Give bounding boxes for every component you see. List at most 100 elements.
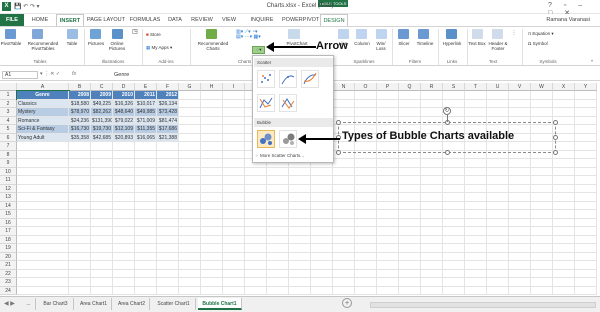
grid-cell[interactable] (531, 235, 553, 244)
grid-cell[interactable] (465, 218, 487, 227)
grid-cell[interactable] (509, 235, 531, 244)
grid-cell[interactable] (179, 218, 201, 227)
grid-cell[interactable] (223, 218, 245, 227)
grid-cell[interactable] (399, 278, 421, 287)
grid-cell[interactable] (17, 286, 69, 295)
table-button[interactable]: Table (62, 41, 82, 46)
grid-cell[interactable] (157, 286, 179, 295)
grid-cell[interactable] (509, 159, 531, 168)
grid-cell[interactable] (399, 193, 421, 202)
grid-cell[interactable] (17, 244, 69, 253)
grid-cell[interactable] (289, 176, 311, 185)
grid-cell[interactable] (333, 269, 355, 278)
grid-cell[interactable] (223, 116, 245, 125)
grid-cell[interactable] (377, 286, 399, 295)
grid-cell[interactable] (179, 167, 201, 176)
row-header[interactable]: 21 (0, 261, 17, 270)
name-box[interactable]: A1 (2, 71, 38, 79)
grid-cell[interactable] (465, 286, 487, 295)
table-cell[interactable]: $16,065 (135, 133, 157, 142)
grid-cell[interactable] (333, 201, 355, 210)
grid-cell[interactable] (443, 252, 465, 261)
grid-cell[interactable] (91, 193, 113, 202)
grid-cell[interactable] (421, 176, 443, 185)
grid-cell[interactable] (223, 142, 245, 151)
grid-cell[interactable] (157, 167, 179, 176)
grid-cell[interactable] (69, 278, 91, 287)
grid-cell[interactable] (465, 193, 487, 202)
grid-cell[interactable] (113, 142, 135, 151)
resize-handle[interactable] (336, 150, 341, 155)
grid-cell[interactable] (399, 167, 421, 176)
table-cell[interactable]: $81,474 (157, 116, 179, 125)
grid-cell[interactable] (135, 252, 157, 261)
grid-cell[interactable] (399, 184, 421, 193)
grid-cell[interactable] (157, 142, 179, 151)
grid-cell[interactable] (267, 269, 289, 278)
grid-cell[interactable] (355, 184, 377, 193)
row-header[interactable]: 11 (0, 176, 17, 185)
grid-cell[interactable] (465, 108, 487, 117)
grid-cell[interactable] (69, 184, 91, 193)
grid-cell[interactable] (575, 193, 597, 202)
table-cell[interactable]: $71,009 (135, 116, 157, 125)
bubble-chart-option[interactable] (257, 130, 275, 148)
grid-cell[interactable] (399, 261, 421, 270)
grid-cell[interactable] (91, 150, 113, 159)
grid-cell[interactable] (245, 261, 267, 270)
table-cell[interactable]: $21,388 (157, 133, 179, 142)
grid-cell[interactable] (531, 176, 553, 185)
row-header[interactable]: 10 (0, 167, 17, 176)
grid-cell[interactable] (509, 269, 531, 278)
grid-cell[interactable] (223, 133, 245, 142)
row-header[interactable]: 20 (0, 252, 17, 261)
grid-cell[interactable] (157, 193, 179, 202)
grid-cell[interactable] (245, 252, 267, 261)
timeline-button[interactable]: Timeline (414, 41, 436, 46)
grid-cell[interactable] (91, 227, 113, 236)
row-header[interactable]: 23 (0, 278, 17, 287)
grid-cell[interactable] (421, 278, 443, 287)
grid-cell[interactable] (223, 286, 245, 295)
grid-cell[interactable] (487, 278, 509, 287)
grid-cell[interactable] (311, 201, 333, 210)
grid-cell[interactable] (465, 91, 487, 100)
table-cell[interactable]: $19,730 (91, 125, 113, 134)
grid-cell[interactable] (179, 184, 201, 193)
tab-formulas[interactable]: FORMULAS (128, 14, 162, 26)
row-header[interactable]: 7 (0, 142, 17, 151)
grid-cell[interactable] (377, 235, 399, 244)
grid-cell[interactable] (179, 176, 201, 185)
grid-cell[interactable] (245, 184, 267, 193)
grid-cell[interactable] (267, 244, 289, 253)
grid-cell[interactable] (223, 176, 245, 185)
row-header[interactable]: 18 (0, 235, 17, 244)
grid-cell[interactable] (69, 159, 91, 168)
grid-cell[interactable] (113, 227, 135, 236)
grid-cell[interactable] (179, 252, 201, 261)
grid-cell[interactable] (289, 193, 311, 202)
grid-cell[interactable] (377, 159, 399, 168)
row-header[interactable]: 19 (0, 244, 17, 253)
grid-cell[interactable] (487, 252, 509, 261)
tab-page-layout[interactable]: PAGE LAYOUT (86, 14, 126, 26)
grid-cell[interactable] (531, 91, 553, 100)
tab-powerpivot[interactable]: POWERPIVOT (282, 14, 319, 26)
grid-cell[interactable] (355, 159, 377, 168)
grid-cell[interactable] (487, 218, 509, 227)
grid-cell[interactable] (311, 167, 333, 176)
grid-cell[interactable] (509, 278, 531, 287)
grid-cell[interactable] (201, 210, 223, 219)
column-header[interactable]: Y (575, 83, 597, 91)
table-cell[interactable]: Young Adult (17, 133, 69, 142)
grid-cell[interactable] (157, 227, 179, 236)
row-header[interactable]: 9 (0, 159, 17, 168)
grid-cell[interactable] (465, 210, 487, 219)
grid-cell[interactable] (17, 252, 69, 261)
grid-cell[interactable] (113, 167, 135, 176)
grid-cell[interactable] (575, 91, 597, 100)
name-box-dropdown-icon[interactable]: ▾ ⋮ ✕ ✓ (40, 71, 60, 77)
grid-cell[interactable] (443, 278, 465, 287)
grid-cell[interactable] (201, 269, 223, 278)
table-header-cell[interactable]: Genre (16, 90, 70, 101)
